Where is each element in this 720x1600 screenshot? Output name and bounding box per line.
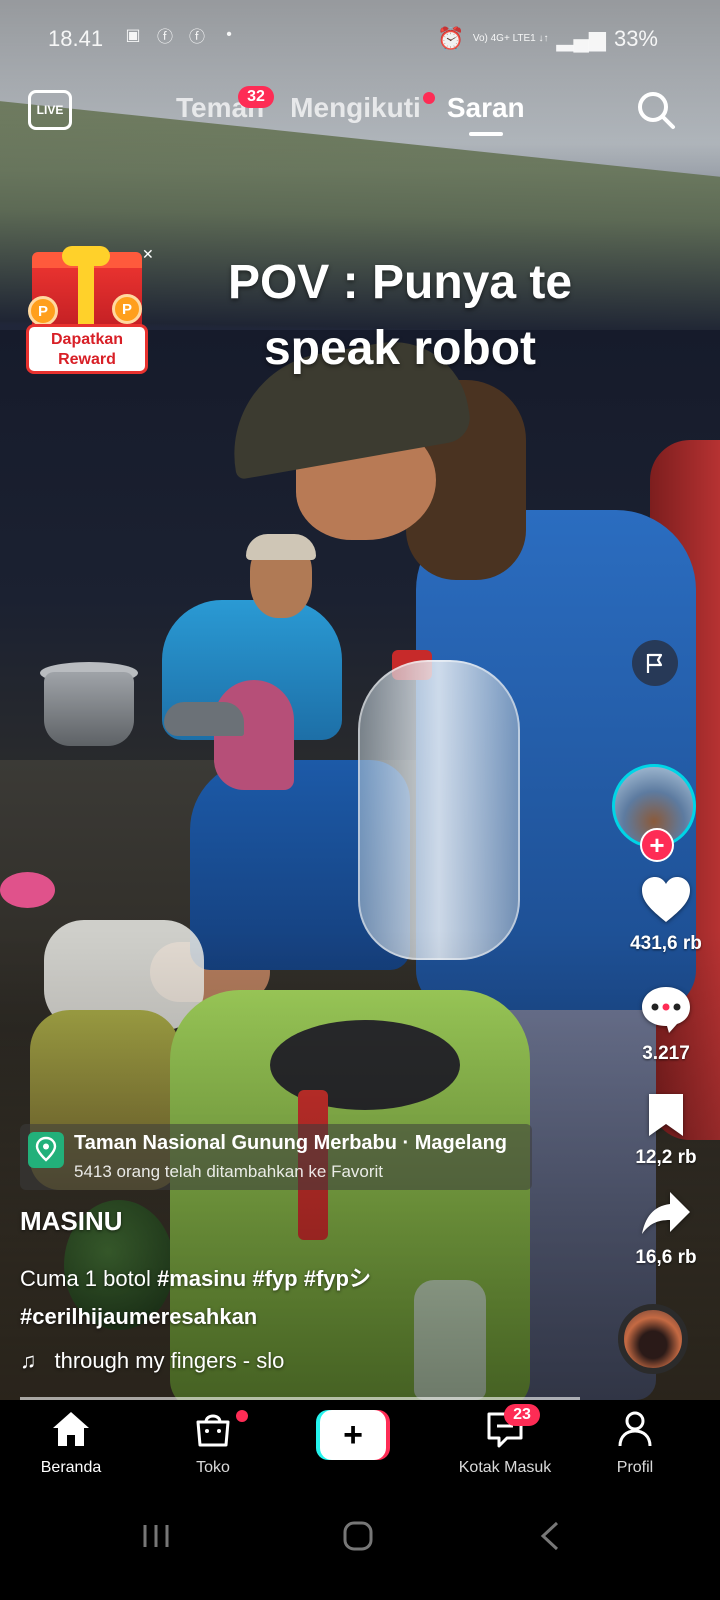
feed-tabs: Teman 32 Mengikuti Saran <box>176 86 525 136</box>
shop-dot <box>236 1410 248 1422</box>
location-subtitle: 5413 orang telah ditambahkan ke Favorit <box>74 1162 384 1181</box>
alarm-icon: ⏰ <box>437 26 465 51</box>
network-indicator: Vo) 4G+ LTE1 ↓↑ <box>472 33 549 44</box>
inbox-badge: 23 <box>504 1404 540 1426</box>
flag-icon <box>646 653 663 673</box>
share-icon <box>642 1192 690 1234</box>
recent-apps-button[interactable] <box>136 1516 176 1556</box>
reward-widget[interactable]: P P Dapatkan Reward ✕ <box>16 246 156 376</box>
profile-icon <box>618 1411 652 1447</box>
description-text: Cuma 1 botol <box>20 1266 151 1291</box>
like-count: 431,6 rb <box>630 933 702 954</box>
status-time: 18.41 <box>48 26 104 51</box>
hashtag[interactable]: #fypシ <box>304 1266 371 1291</box>
location-title: Taman Nasional Gunung Merbabu · Magelang <box>74 1132 507 1154</box>
follow-button[interactable]: + <box>640 828 674 862</box>
facebook-icon: ⓕ <box>156 29 173 46</box>
music-disc[interactable] <box>618 1304 688 1374</box>
share-count: 16,6 rb <box>635 1247 697 1268</box>
friends-badge: 32 <box>238 86 274 108</box>
search-button[interactable] <box>634 88 678 132</box>
shop-icon <box>196 1414 230 1447</box>
heart-icon <box>642 877 690 922</box>
create-button[interactable]: + <box>316 1410 390 1460</box>
tab-saran[interactable]: Saran <box>447 92 525 136</box>
video-caption: POV : Punya te speak robot <box>227 256 573 375</box>
recent-apps-icon <box>143 1525 169 1547</box>
hashtag[interactable]: #masinu <box>157 1266 246 1291</box>
facebook-icon: ⓕ <box>188 29 205 46</box>
post-description: Cuma 1 botol #masinu #fyp #fypシ #cerilhi… <box>20 1260 460 1336</box>
tab-teman[interactable]: Teman 32 <box>176 86 274 124</box>
top-nav: LIVE Teman 32 Mengikuti Saran <box>0 84 720 154</box>
coin-icon: P <box>112 294 142 324</box>
save-button[interactable]: 12,2 rb <box>612 1092 720 1169</box>
tab-toko[interactable]: Toko <box>158 1410 268 1477</box>
tab-beranda[interactable]: Beranda <box>16 1410 126 1477</box>
hashtag[interactable]: #fyp <box>252 1266 297 1291</box>
bottom-tab-bar: Beranda Toko + 23 Kotak Masuk Profil <box>0 1400 720 1486</box>
status-bar: 18.41 ▣ ⓕ ⓕ • ⏰ Vo) 4G+ LTE1 ↓↑ ▂▄▆ 33% <box>0 24 720 58</box>
save-count: 12,2 rb <box>635 1147 697 1168</box>
location-chip[interactable]: Taman Nasional Gunung Merbabu · Magelang… <box>20 1124 532 1190</box>
home-nav-button[interactable] <box>338 1516 378 1556</box>
signal-icon: ▂▄▆ <box>556 26 606 51</box>
coin-icon: P <box>28 296 58 326</box>
create-icon: + <box>320 1410 386 1460</box>
sound-title: through my fingers - slo <box>54 1348 285 1373</box>
home-circle-icon <box>343 1521 373 1551</box>
following-dot <box>422 92 435 104</box>
comment-icon <box>642 987 690 1033</box>
battery-percent: 33% <box>613 26 658 51</box>
live-label: LIVE <box>36 103 64 117</box>
report-button[interactable] <box>632 640 678 686</box>
comment-button[interactable]: 3.217 <box>612 984 720 1065</box>
tab-profil[interactable]: Profil <box>580 1410 690 1477</box>
tab-mengikuti[interactable]: Mengikuti <box>290 92 435 124</box>
close-icon[interactable]: ✕ <box>142 246 154 263</box>
like-button[interactable]: 431,6 rb <box>612 876 720 955</box>
reward-label: Dapatkan Reward <box>26 324 148 374</box>
gallery-icon: ▣ <box>125 27 141 44</box>
comment-count: 3.217 <box>642 1043 690 1064</box>
location-pin-icon <box>28 1132 64 1168</box>
system-nav-bar <box>0 1486 720 1600</box>
search-icon <box>638 92 675 129</box>
hashtag[interactable]: #cerilhijaumeresahkan <box>20 1304 257 1329</box>
share-button[interactable]: 16,6 rb <box>612 1190 720 1269</box>
more-dot-icon: • <box>226 26 232 43</box>
live-button[interactable]: LIVE <box>28 90 72 130</box>
back-icon <box>540 1521 559 1551</box>
bookmark-icon <box>649 1094 683 1136</box>
back-button[interactable] <box>530 1516 570 1556</box>
music-note-icon: ♫ <box>20 1348 37 1373</box>
creator-username[interactable]: MASINU <box>20 1206 123 1237</box>
tab-kotak-masuk[interactable]: 23 Kotak Masuk <box>438 1404 572 1477</box>
sound-info[interactable]: ♫ through my fingers - slo <box>20 1348 284 1374</box>
home-icon <box>53 1412 89 1446</box>
